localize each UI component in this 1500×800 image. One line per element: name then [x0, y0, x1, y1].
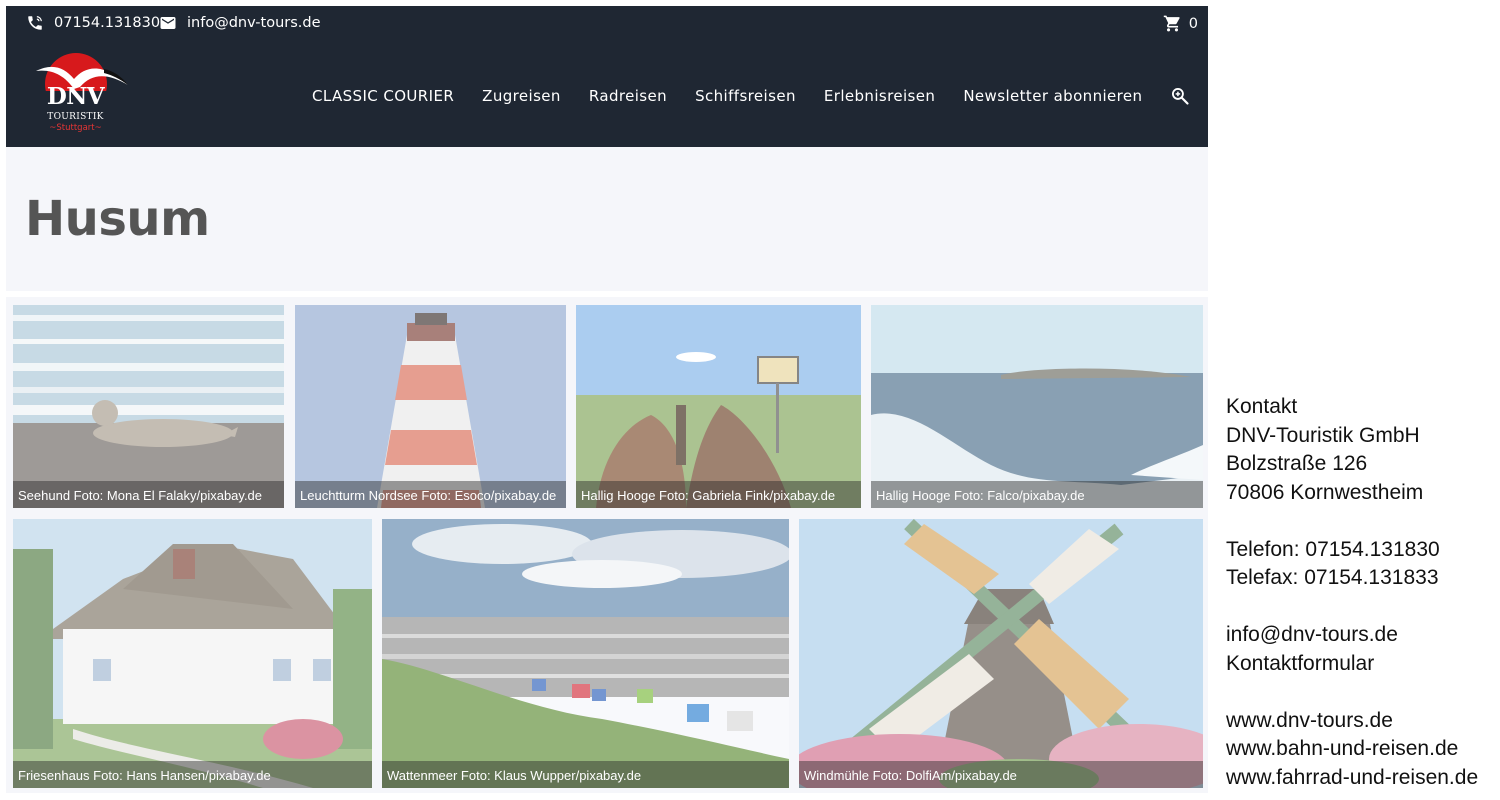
nav-zugreisen[interactable]: Zugreisen	[482, 87, 561, 105]
logo-brand: DNV	[46, 83, 105, 110]
gallery-caption: Hallig Hooge Foto: Gabriela Fink/pixabay…	[576, 481, 861, 508]
website-link-bahn[interactable]: www.bahn-und-reisen.de	[1226, 735, 1496, 764]
header-email-text: info@dnv-tours.de	[187, 15, 321, 31]
gallery-caption: Seehund Foto: Mona El Falaky/pixabay.de	[13, 481, 284, 508]
title-band: Husum	[6, 147, 1208, 291]
gallery-caption: Windmühle Foto: DolfiAm/pixabay.de	[799, 761, 1203, 788]
gallery-item-house[interactable]: Friesenhaus Foto: Hans Hansen/pixabay.de	[13, 519, 372, 788]
search-button[interactable]	[1170, 86, 1190, 106]
street-address: Bolzstraße 126	[1226, 452, 1368, 475]
photo-gallery: Seehund Foto: Mona El Falaky/pixabay.de …	[6, 297, 1208, 793]
nav-newsletter[interactable]: Newsletter abonnieren	[963, 87, 1142, 105]
nav-schiffsreisen[interactable]: Schiffsreisen	[695, 87, 796, 105]
contact-fax: Telefax: 07154.131833	[1226, 566, 1439, 589]
header-email[interactable]: info@dnv-tours.de	[159, 14, 321, 32]
page-title: Husum	[25, 191, 210, 247]
contact-sidebar: Kontakt DNV-Touristik GmbH Bolzstraße 12…	[1226, 393, 1496, 792]
phone-icon	[28, 16, 42, 30]
shopping-cart-icon	[1163, 15, 1180, 32]
site-logo[interactable]: DNV TOURISTIK ~Stuttgart~	[28, 51, 128, 141]
website-link-dnv[interactable]: www.dnv-tours.de	[1226, 707, 1496, 736]
main-navigation: CLASSIC COURIER Zugreisen Radreisen Schi…	[312, 86, 1190, 106]
gallery-caption: Leuchtturm Nordsee Foto: Esoco/pixabay.d…	[295, 481, 566, 508]
zoom-search-icon	[1172, 88, 1190, 105]
cart-count: 0	[1188, 15, 1198, 32]
logo-subtitle: TOURISTIK	[47, 112, 104, 122]
gallery-item-sea[interactable]: Hallig Hooge Foto: Falco/pixabay.de	[871, 305, 1203, 508]
header-phone[interactable]: 07154.131830	[26, 14, 160, 32]
gallery-item-beach[interactable]: Wattenmeer Foto: Klaus Wupper/pixabay.de	[382, 519, 789, 788]
gallery-item-windmill[interactable]: Windmühle Foto: DolfiAm/pixabay.de	[799, 519, 1203, 788]
top-bar: 07154.131830 info@dnv-tours.de 0	[6, 6, 1208, 40]
contact-email-link[interactable]: info@dnv-tours.de	[1226, 621, 1496, 650]
nav-classic-courier[interactable]: CLASSIC COURIER	[312, 87, 454, 105]
nav-radreisen[interactable]: Radreisen	[589, 87, 667, 105]
contact-heading: Kontakt	[1226, 395, 1298, 418]
logo-city: ~Stuttgart~	[49, 123, 102, 133]
gallery-item-horses[interactable]: Hallig Hooge Foto: Gabriela Fink/pixabay…	[576, 305, 861, 508]
gallery-item-seal[interactable]: Seehund Foto: Mona El Falaky/pixabay.de	[13, 305, 284, 508]
website-link-fahrrad[interactable]: www.fahrrad-und-reisen.de	[1226, 764, 1496, 793]
city-address: 70806 Kornwestheim	[1226, 480, 1424, 504]
contact-phone: Telefon: 07154.131830	[1226, 537, 1440, 561]
header-phone-text: 07154.131830	[54, 15, 161, 31]
gallery-item-lighthouse[interactable]: Leuchtturm Nordsee Foto: Esoco/pixabay.d…	[295, 305, 566, 508]
mail-icon	[160, 17, 176, 29]
cart-button[interactable]: 0	[1163, 14, 1198, 33]
site-header: 07154.131830 info@dnv-tours.de 0 DNV TOU…	[6, 6, 1208, 147]
gallery-caption: Wattenmeer Foto: Klaus Wupper/pixabay.de	[382, 761, 789, 788]
nav-erlebnisreisen[interactable]: Erlebnisreisen	[824, 87, 935, 105]
company-name: DNV-Touristik GmbH	[1226, 423, 1420, 447]
gallery-caption: Hallig Hooge Foto: Falco/pixabay.de	[871, 481, 1203, 508]
contact-form-link[interactable]: Kontaktformular	[1226, 650, 1496, 679]
gallery-caption: Friesenhaus Foto: Hans Hansen/pixabay.de	[13, 761, 372, 788]
